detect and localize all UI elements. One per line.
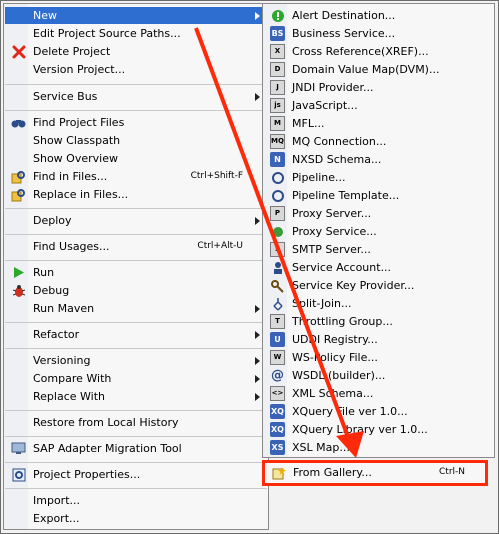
annotation-arrow-line (194, 27, 353, 446)
annotation-arrow-head (336, 431, 364, 458)
annotation-arrow (194, 27, 364, 458)
